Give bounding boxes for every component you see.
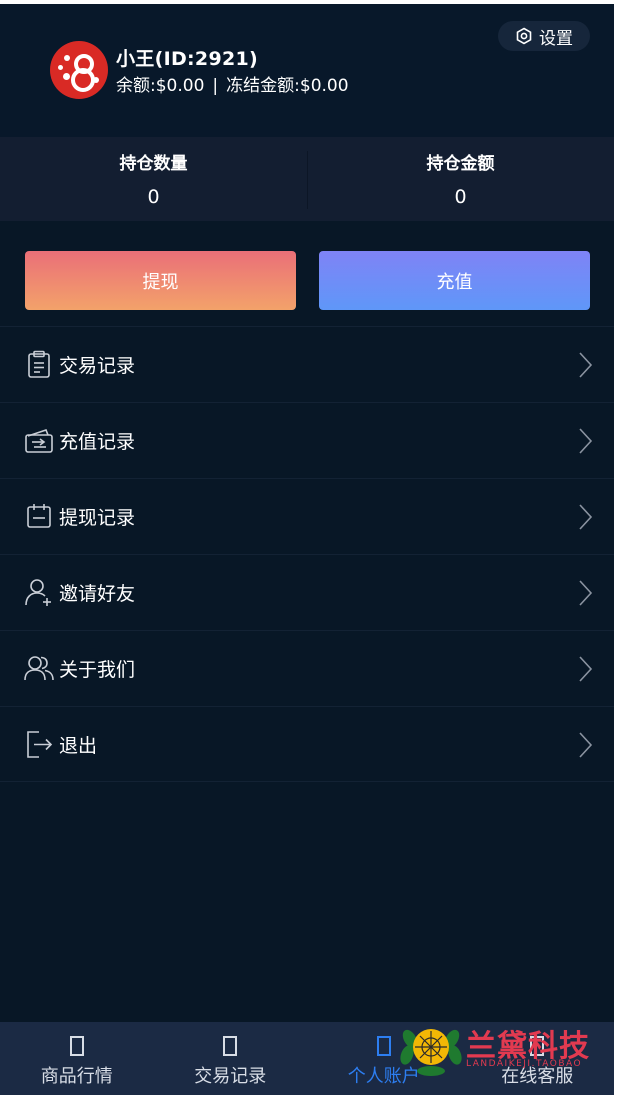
menu-item-logout[interactable]: 退出 [0, 706, 614, 782]
menu-item-invite-friends[interactable]: 邀请好友 [0, 554, 614, 630]
withdraw-button[interactable]: 提现 [25, 251, 296, 310]
holdings-amount: 持仓金额 0 [307, 137, 614, 221]
recharge-button[interactable]: 充值 [319, 251, 590, 310]
profile-header: 小王(ID:2921) 余额:$0.00 | 冻结金额:$0.00 设置 [0, 4, 614, 137]
menu-item-withdraw-records[interactable]: 提现记录 [0, 478, 614, 554]
watermark-logo-icon [400, 1029, 462, 1076]
stat-label: 持仓数量 [119, 154, 188, 174]
nav-label: 交易记录 [194, 1066, 267, 1087]
menu-item-label: 提现记录 [59, 507, 136, 529]
users-icon [24, 653, 54, 683]
menu-item-about-us[interactable]: 关于我们 [0, 630, 614, 706]
market-icon [69, 1036, 84, 1056]
chevron-right-icon [577, 731, 593, 759]
settings-button[interactable]: 设置 [498, 21, 590, 51]
account-icon [376, 1036, 391, 1056]
chevron-right-icon [577, 579, 593, 607]
frozen-value: $0.00 [299, 76, 349, 96]
clipboard-icon [24, 349, 54, 379]
chevron-right-icon [577, 427, 593, 455]
frozen-label: 冻结金额: [226, 76, 300, 96]
username: 小王(ID:2921) [116, 48, 258, 70]
stat-label: 持仓金额 [426, 154, 495, 174]
nav-trade-records[interactable]: 交易记录 [154, 1022, 308, 1095]
balance-value: $0.00 [155, 76, 205, 96]
menu-item-label: 交易记录 [59, 355, 136, 377]
avatar[interactable] [50, 41, 108, 99]
chevron-right-icon [577, 655, 593, 683]
chevron-right-icon [577, 503, 593, 531]
stat-value: 0 [147, 186, 160, 208]
chevron-right-icon [577, 351, 593, 379]
wallet-icon [24, 425, 54, 455]
menu-item-label: 邀请好友 [59, 583, 136, 605]
menu-item-trade-records[interactable]: 交易记录 [0, 326, 614, 402]
stat-value: 0 [454, 186, 467, 208]
nav-market[interactable]: 商品行情 [0, 1022, 154, 1095]
menu-item-label: 关于我们 [59, 659, 136, 681]
logout-icon [24, 729, 54, 759]
watermark: 兰黛科技 LANDAIKEJI.TAOBAO [400, 1019, 600, 1079]
balance-info: 余额:$0.00 | 冻结金额:$0.00 [116, 71, 349, 96]
menu-item-label: 充值记录 [59, 431, 136, 453]
menu-item-recharge-records[interactable]: 充值记录 [0, 402, 614, 478]
calendar-icon [24, 501, 54, 531]
account-page: 小王(ID:2921) 余额:$0.00 | 冻结金额:$0.00 设置 持仓数量 … [0, 4, 614, 1095]
balance-separator: | [212, 76, 219, 96]
holdings-summary: 持仓数量 0 持仓金额 0 [0, 137, 614, 221]
settings-label: 设置 [539, 28, 573, 49]
user-add-icon [24, 577, 54, 607]
gear-icon [515, 27, 533, 45]
nav-label: 商品行情 [40, 1066, 113, 1087]
watermark-subtext: LANDAIKEJI.TAOBAO [466, 1059, 583, 1069]
holdings-quantity: 持仓数量 0 [0, 137, 307, 221]
account-menu: 交易记录 充值记录 提现记录 邀请好友 关于我们 退出 [0, 326, 614, 782]
menu-item-label: 退出 [59, 735, 98, 757]
records-icon [223, 1036, 238, 1056]
balance-label: 余额: [116, 76, 156, 96]
